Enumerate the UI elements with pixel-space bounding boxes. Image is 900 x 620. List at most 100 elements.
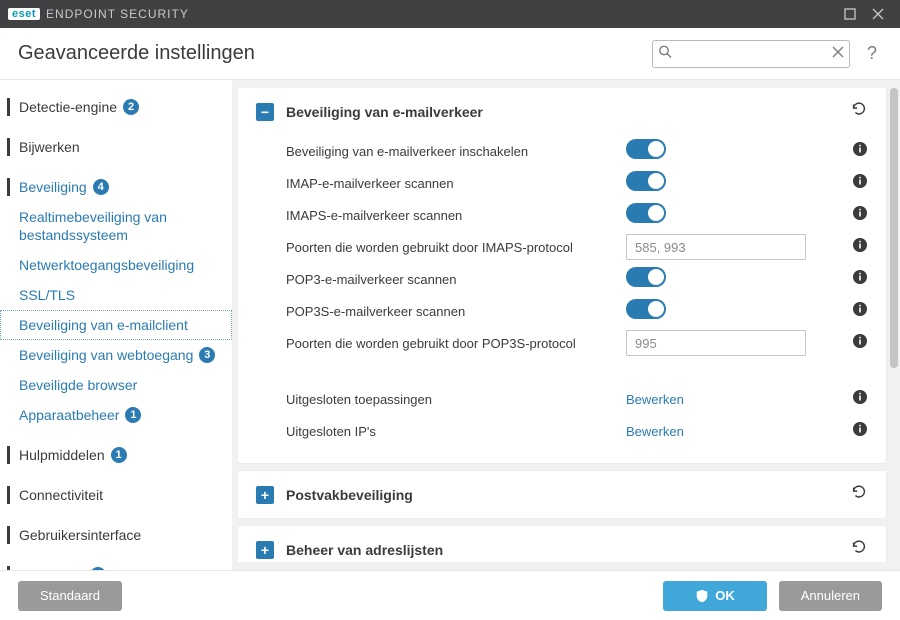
sidebar-item-label: Beveiligde browser <box>19 376 137 394</box>
setting-control <box>626 234 826 260</box>
sidebar-item-hulp[interactable]: Hulpmiddelen1 <box>0 440 232 470</box>
info-icon[interactable] <box>852 173 868 194</box>
setting-control <box>626 330 826 356</box>
toggle-switch[interactable] <box>626 171 666 191</box>
setting-row: IMAP-e-mailverkeer scannen <box>286 167 868 199</box>
port-input[interactable] <box>626 234 806 260</box>
ok-button[interactable]: OK <box>663 581 767 611</box>
sidebar-item-label: Apparaatbeheer <box>19 406 119 424</box>
setting-label: POP3S-e-mailverkeer scannen <box>286 304 616 319</box>
badge: 3 <box>199 347 215 363</box>
sidebar-item-label: Detectie-engine <box>19 98 117 116</box>
sidebar-item-mail[interactable]: Beveiliging van e-mailclient <box>0 310 232 340</box>
sidebar-item-appbeheer[interactable]: Apparaatbeheer 1 <box>0 400 232 430</box>
clear-search-icon[interactable] <box>832 45 844 63</box>
section-adres: + Beheer van adreslijsten <box>238 526 886 562</box>
sidebar: Detectie-engine 2 Bijwerken Beveiliging4 Rea… <box>0 80 232 570</box>
info-icon[interactable] <box>852 269 868 290</box>
setting-label: Poorten die worden gebruikt door IMAPS-p… <box>286 240 616 255</box>
setting-label: IMAPS-e-mailverkeer scannen <box>286 208 616 223</box>
setting-control <box>626 299 826 324</box>
toggle-switch[interactable] <box>626 203 666 223</box>
cancel-button[interactable]: Annuleren <box>779 581 882 611</box>
main-panel: − Beveiliging van e-mailverkeer Beveilig… <box>232 80 900 570</box>
sidebar-item-label: Realtimebeveiliging van bestandssysteem <box>19 208 221 244</box>
ok-button-label: OK <box>715 588 735 603</box>
expand-icon[interactable]: + <box>256 541 274 559</box>
section-adres-header[interactable]: + Beheer van adreslijsten <box>238 526 886 562</box>
sidebar-item-label: Netwerktoegangsbeveiliging <box>19 256 194 274</box>
sidebar-item-bijwerken[interactable]: Bijwerken <box>0 132 232 162</box>
toggle-switch[interactable] <box>626 267 666 287</box>
setting-label: POP3-e-mailverkeer scannen <box>286 272 616 287</box>
toggle-switch[interactable] <box>626 139 666 159</box>
setting-label: Poorten die worden gebruikt door POP3S-p… <box>286 336 616 351</box>
sidebar-item-net[interactable]: Netwerktoegangsbeveiliging <box>0 250 232 280</box>
info-icon[interactable] <box>852 389 868 410</box>
badge: 1 <box>125 407 141 423</box>
window-close-icon[interactable] <box>864 0 892 28</box>
search-input[interactable] <box>652 40 850 68</box>
sidebar-item-meld[interactable]: Meldingen2 <box>0 560 232 570</box>
section-email: − Beveiliging van e-mailverkeer Beveilig… <box>238 88 886 463</box>
info-icon[interactable] <box>852 301 868 322</box>
setting-row: Uitgesloten toepassingenBewerken <box>286 383 868 415</box>
brand-logo: eset <box>8 8 40 20</box>
section-postvak-header[interactable]: + Postvakbeveiliging <box>238 471 886 518</box>
setting-control <box>626 267 826 292</box>
setting-control <box>626 203 826 228</box>
sidebar-item-rtb[interactable]: Realtimebeveiliging van bestandssysteem <box>0 202 232 250</box>
port-input[interactable] <box>626 330 806 356</box>
search-field-wrap <box>652 40 850 68</box>
undo-icon[interactable] <box>850 538 868 561</box>
sidebar-item-label: Meldingen <box>19 566 84 570</box>
sidebar-item-beveiliging[interactable]: Beveiliging4 <box>0 172 232 202</box>
collapse-icon[interactable]: − <box>256 103 274 121</box>
setting-row: POP3S-e-mailverkeer scannen <box>286 295 868 327</box>
section-email-title: Beveiliging van e-mailverkeer <box>286 104 838 120</box>
edit-link[interactable]: Bewerken <box>626 392 826 407</box>
setting-row: IMAPS-e-mailverkeer scannen <box>286 199 868 231</box>
undo-icon[interactable] <box>850 100 868 123</box>
section-postvak: + Postvakbeveiliging <box>238 471 886 518</box>
sidebar-item-ssl[interactable]: SSL/TLS <box>0 280 232 310</box>
window-maximize-icon[interactable] <box>836 0 864 28</box>
sidebar-item-web[interactable]: Beveiliging van webtoegang3 <box>0 340 232 370</box>
footer: Standaard OK Annuleren <box>0 570 900 620</box>
setting-control <box>626 139 826 164</box>
badge: 4 <box>93 179 109 195</box>
edit-link[interactable]: Bewerken <box>626 424 826 439</box>
sidebar-item-label: Beveiliging van e-mailclient <box>19 316 188 334</box>
setting-row: POP3-e-mailverkeer scannen <box>286 263 868 295</box>
undo-icon[interactable] <box>850 483 868 506</box>
page-title: Geavanceerde instellingen <box>18 42 640 65</box>
sidebar-item-browser[interactable]: Beveiligde browser <box>0 370 232 400</box>
help-icon[interactable]: ? <box>862 43 882 64</box>
sidebar-item-detectie[interactable]: Detectie-engine 2 <box>0 92 232 122</box>
toggle-switch[interactable] <box>626 299 666 319</box>
info-icon[interactable] <box>852 141 868 162</box>
info-icon[interactable] <box>852 205 868 226</box>
setting-label: Beveiliging van e-mailverkeer inschakele… <box>286 144 616 159</box>
badge: 2 <box>123 99 139 115</box>
scrollbar[interactable] <box>890 88 898 562</box>
scrollbar-thumb[interactable] <box>890 88 898 368</box>
setting-label: Uitgesloten IP's <box>286 424 616 439</box>
sidebar-item-label: Hulpmiddelen <box>19 446 105 464</box>
info-icon[interactable] <box>852 333 868 354</box>
sidebar-item-label: Connectiviteit <box>19 486 103 504</box>
info-icon[interactable] <box>852 237 868 258</box>
sidebar-item-label: SSL/TLS <box>19 286 75 304</box>
info-icon[interactable] <box>852 421 868 442</box>
header: Geavanceerde instellingen ? <box>0 28 900 80</box>
sidebar-item-ui[interactable]: Gebruikersinterface <box>0 520 232 550</box>
sidebar-item-conn[interactable]: Connectiviteit <box>0 480 232 510</box>
section-email-header[interactable]: − Beveiliging van e-mailverkeer <box>238 88 886 135</box>
default-button[interactable]: Standaard <box>18 581 122 611</box>
titlebar: eset ENDPOINT SECURITY <box>0 0 900 28</box>
section-adres-title: Beheer van adreslijsten <box>286 542 838 558</box>
sidebar-item-label: Bijwerken <box>19 138 80 156</box>
expand-icon[interactable]: + <box>256 486 274 504</box>
setting-label: IMAP-e-mailverkeer scannen <box>286 176 616 191</box>
setting-row: Uitgesloten IP's Bewerken <box>286 415 868 447</box>
